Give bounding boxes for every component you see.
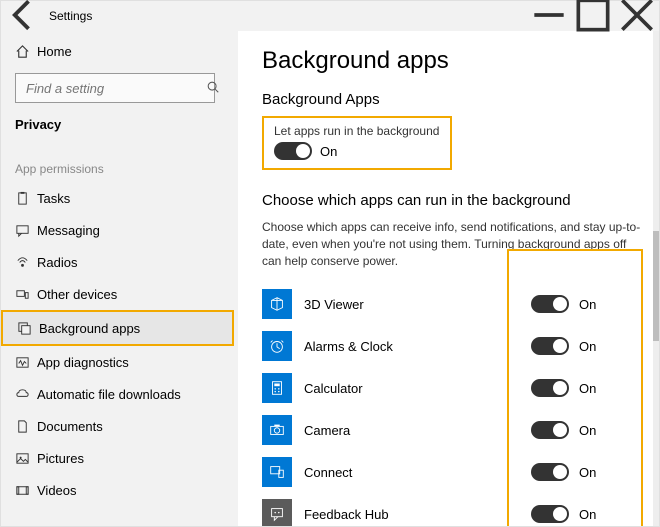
app-toggle-state: On (579, 381, 596, 396)
app-list: 3D Viewer On Alarms & Clock On (262, 283, 641, 526)
message-icon (15, 223, 37, 238)
app-toggle-state: On (579, 339, 596, 354)
window-title: Settings (45, 9, 527, 23)
sidebar-item-tasks[interactable]: Tasks (1, 182, 238, 214)
section-subtitle: Background Apps (262, 91, 641, 108)
3d-viewer-icon (262, 289, 292, 319)
master-toggle-highlight: Let apps run in the background On (262, 116, 452, 170)
master-toggle-row: On (274, 142, 440, 160)
sidebar-item-label: Background apps (39, 321, 140, 336)
settings-window: Settings Home (0, 0, 660, 527)
sidebar-item-label: Automatic file downloads (37, 387, 181, 402)
app-name: Alarms & Clock (292, 339, 531, 354)
camera-icon (262, 415, 292, 445)
app-toggle[interactable] (531, 295, 569, 313)
app-toggle-state: On (579, 465, 596, 480)
search-wrap (1, 67, 238, 113)
scrollbar[interactable] (653, 31, 659, 526)
clipboard-icon (15, 191, 37, 206)
titlebar: Settings (1, 1, 659, 31)
sidebar-group-label: App permissions (1, 142, 238, 182)
sidebar-item-label: Messaging (37, 223, 100, 238)
app-toggle[interactable] (531, 463, 569, 481)
scrollbar-thumb[interactable] (653, 231, 659, 341)
app-name: Connect (292, 465, 531, 480)
master-toggle-state: On (320, 144, 337, 159)
search-icon (206, 80, 220, 97)
search-input[interactable] (24, 80, 206, 97)
app-row-alarms-clock: Alarms & Clock On (262, 325, 641, 367)
app-toggle-state: On (579, 297, 596, 312)
app-toggle[interactable] (531, 421, 569, 439)
app-row-3d-viewer: 3D Viewer On (262, 283, 641, 325)
sidebar-item-label: Other devices (37, 287, 117, 302)
app-toggle[interactable] (531, 505, 569, 523)
diagnostics-icon (15, 355, 37, 370)
app-row-connect: Connect On (262, 451, 641, 493)
sidebar-item-label: Videos (37, 483, 77, 498)
app-toggle-state: On (579, 423, 596, 438)
home-icon (15, 44, 37, 59)
sidebar-section: Privacy (1, 113, 238, 142)
search-box[interactable] (15, 73, 215, 103)
master-toggle-label: Let apps run in the background (274, 124, 440, 138)
sidebar-item-label: Tasks (37, 191, 70, 206)
app-row-camera: Camera On (262, 409, 641, 451)
sidebar-item-videos[interactable]: Videos (1, 474, 238, 506)
page-title: Background apps (262, 47, 641, 75)
sidebar-highlight: Background apps (1, 310, 234, 346)
sidebar-item-label: Documents (37, 419, 103, 434)
sidebar-item-documents[interactable]: Documents (1, 410, 238, 442)
app-row-calculator: Calculator On (262, 367, 641, 409)
sidebar-item-label: App diagnostics (37, 355, 129, 370)
sidebar-item-label: Radios (37, 255, 77, 270)
sidebar: Home Privacy App permissions Tasks (1, 31, 238, 526)
sidebar-item-label: Pictures (37, 451, 84, 466)
background-apps-icon (17, 321, 39, 336)
sidebar-item-other-devices[interactable]: Other devices (1, 278, 238, 310)
devices-icon (15, 287, 37, 302)
alarms-clock-icon (262, 331, 292, 361)
app-name: Feedback Hub (292, 507, 531, 522)
sidebar-item-messaging[interactable]: Messaging (1, 214, 238, 246)
calculator-icon (262, 373, 292, 403)
master-toggle[interactable] (274, 142, 312, 160)
sidebar-item-app-diagnostics[interactable]: App diagnostics (1, 346, 238, 378)
choose-description: Choose which apps can receive info, send… (262, 219, 641, 269)
app-name: 3D Viewer (292, 297, 531, 312)
sidebar-item-background-apps[interactable]: Background apps (3, 312, 232, 344)
content: Background apps Background Apps Let apps… (238, 31, 659, 526)
picture-icon (15, 451, 37, 466)
app-name: Calculator (292, 381, 531, 396)
video-icon (15, 483, 37, 498)
app-toggle[interactable] (531, 379, 569, 397)
cloud-download-icon (15, 387, 37, 402)
radio-icon (15, 255, 37, 270)
sidebar-home-label: Home (37, 44, 72, 59)
app-name: Camera (292, 423, 531, 438)
app-toggle-state: On (579, 507, 596, 522)
feedback-hub-icon (262, 499, 292, 526)
document-icon (15, 419, 37, 434)
window-body: Home Privacy App permissions Tasks (1, 31, 659, 526)
sidebar-item-pictures[interactable]: Pictures (1, 442, 238, 474)
sidebar-home[interactable]: Home (1, 35, 238, 67)
choose-heading: Choose which apps can run in the backgro… (262, 192, 641, 209)
connect-icon (262, 457, 292, 487)
app-toggle[interactable] (531, 337, 569, 355)
sidebar-item-automatic-file-downloads[interactable]: Automatic file downloads (1, 378, 238, 410)
sidebar-item-radios[interactable]: Radios (1, 246, 238, 278)
app-row-feedback-hub: Feedback Hub On (262, 493, 641, 526)
